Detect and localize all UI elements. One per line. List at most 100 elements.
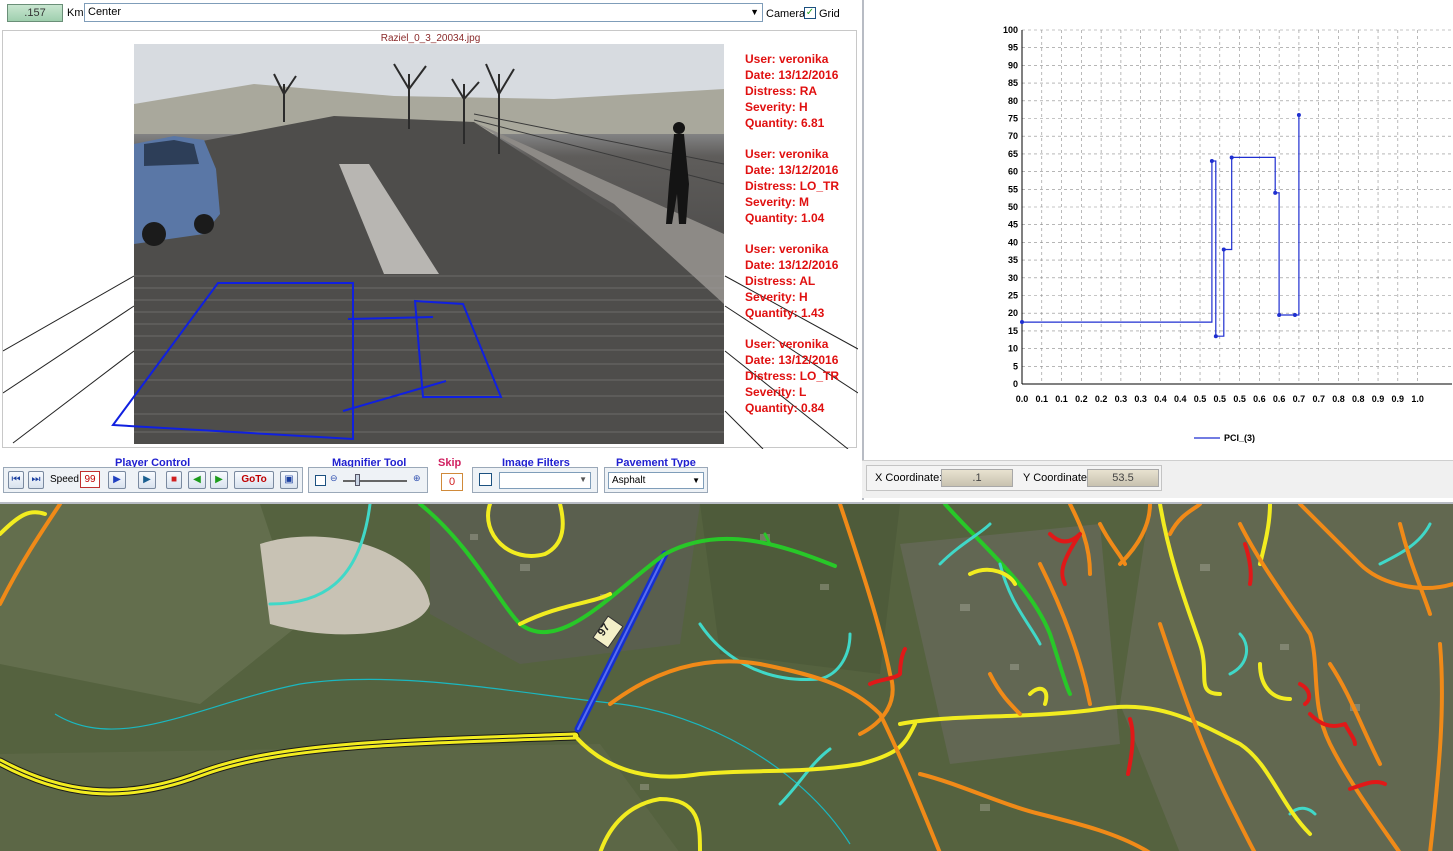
speed-value[interactable]: 99 — [80, 471, 100, 488]
distress-user: User: veronika — [745, 337, 829, 351]
x-tick-label: 0.6 — [1273, 394, 1286, 404]
distress-user: User: veronika — [745, 147, 829, 161]
data-point — [1277, 312, 1282, 317]
x-tick-label: 0.9 — [1392, 394, 1405, 404]
skip-forward-icon: ⏭ — [31, 474, 41, 485]
lane-position-value: Center — [88, 6, 122, 18]
magnifier-tool-group: ⊖ ⊕ — [308, 467, 428, 493]
image-filter-dropdown[interactable]: ▼ — [499, 472, 591, 489]
distress-severity: Severity: H — [745, 290, 808, 304]
y-tick-label: 0 — [1013, 379, 1018, 389]
distress-distress: Distress: LO_TR — [745, 369, 840, 383]
distress-date: Date: 13/12/2016 — [745, 353, 839, 367]
save-button[interactable]: ▣ — [280, 471, 298, 489]
distress-quantity: Quantity: 1.04 — [745, 211, 825, 225]
data-point — [1020, 320, 1024, 325]
skip-back-icon: ⏮ — [11, 474, 21, 485]
km-position-field[interactable]: .157 — [7, 4, 63, 22]
x-tick-label: 0.2 — [1075, 394, 1088, 404]
km-unit-label: Km — [67, 7, 84, 19]
aerial-map[interactable]: 97 — [0, 502, 1453, 851]
data-point — [1229, 155, 1234, 160]
y-tick-label: 75 — [1008, 114, 1018, 124]
x-tick-label: 0.3 — [1134, 394, 1147, 404]
x-tick-label: 0.5 — [1214, 394, 1227, 404]
pavement-type-group: Asphalt ▼ — [604, 467, 708, 493]
distress-record: User: veronika Date: 13/12/2016 Distress: … — [745, 51, 855, 131]
data-point — [1213, 334, 1218, 339]
magnifier-checkbox[interactable] — [315, 475, 326, 486]
magnifier-slider-track[interactable] — [343, 480, 407, 482]
arrow-right-icon: ▶ — [215, 474, 223, 485]
skip-title: Skip — [438, 457, 462, 469]
magnifier-slider-thumb[interactable] — [355, 474, 360, 486]
x-tick-label: 0.8 — [1332, 394, 1345, 404]
next-button[interactable]: ▶ — [210, 471, 228, 489]
lane-position-dropdown[interactable]: Center ▼ — [84, 3, 763, 22]
distress-distress: Distress: RA — [745, 84, 818, 98]
previous-button[interactable]: ◀ — [188, 471, 206, 489]
distress-user: User: veronika — [745, 52, 829, 66]
step-icon: ▶ — [143, 474, 151, 485]
y-tick-label: 65 — [1008, 149, 1018, 159]
road-network-map — [0, 504, 1453, 851]
distress-quantity: Quantity: 6.81 — [745, 116, 825, 130]
y-tick-label: 50 — [1008, 202, 1018, 212]
x-tick-label: 0.8 — [1352, 394, 1365, 404]
y-tick-label: 80 — [1008, 96, 1018, 106]
image-filters-group: ▼ — [472, 467, 598, 493]
step-forward-button[interactable]: ▶ — [138, 471, 156, 489]
goto-button[interactable]: GoTo — [234, 471, 274, 489]
zoom-in-icon[interactable]: ⊕ — [413, 473, 421, 484]
control-bar: Player Control ⏮ ⏭ Speed ▶ ▶ ■ ◀ ▶ GoTo … — [0, 456, 858, 498]
grid-checkbox[interactable]: ✓ — [804, 7, 816, 19]
pavement-type-dropdown[interactable]: Asphalt ▼ — [608, 472, 704, 489]
chevron-down-icon: ▼ — [750, 7, 759, 17]
x-coordinate-value: .1 — [941, 469, 1013, 487]
coordinate-bar: X Coordinate: .1 Y Coordinate: 53.5 — [862, 460, 1453, 498]
play-button[interactable]: ▶ — [108, 471, 126, 489]
y-tick-label: 20 — [1008, 308, 1018, 318]
x-tick-label: 0.0 — [1016, 394, 1029, 404]
x-tick-label: 0.1 — [1055, 394, 1068, 404]
distress-line-lo-tr-1 — [347, 316, 434, 320]
last-frame-button[interactable]: ⏭ — [28, 471, 44, 489]
x-tick-label: 0.2 — [1095, 394, 1108, 404]
y-tick-label: 5 — [1013, 361, 1018, 371]
chevron-down-icon: ▼ — [579, 475, 587, 484]
distress-severity: Severity: L — [745, 385, 807, 399]
distress-overlay — [111, 282, 503, 441]
play-icon: ▶ — [113, 474, 121, 485]
distress-quantity: Quantity: 1.43 — [745, 306, 825, 320]
x-tick-label: 0.1 — [1036, 394, 1049, 404]
y-tick-label: 55 — [1008, 184, 1018, 194]
coordinate-group: X Coordinate: .1 Y Coordinate: 53.5 — [866, 465, 1162, 491]
stop-icon: ■ — [170, 474, 178, 485]
x-tick-label: 0.7 — [1293, 394, 1306, 404]
image-viewer: Raziel_0_3_20034.jpg User: veronika Date… — [2, 30, 858, 449]
pci-chart[interactable]: 0 5 10 15 20 25 30 35 40 45 50 55 60 65 70 75 80 85 90 95 10… — [864, 0, 1453, 460]
skip-value[interactable]: 0 — [441, 473, 463, 491]
y-tick-label: 25 — [1008, 291, 1018, 301]
camera-label: Camera — [766, 8, 806, 20]
y-tick-label: 70 — [1008, 131, 1018, 141]
distress-polygon-ra — [111, 282, 354, 441]
distress-date: Date: 13/12/2016 — [745, 258, 839, 272]
image-filter-checkbox[interactable] — [479, 473, 492, 486]
y-tick-label: 90 — [1008, 60, 1018, 70]
y-coordinate-label: Y Coordinate: — [1023, 472, 1091, 484]
zoom-out-icon[interactable]: ⊖ — [330, 473, 338, 484]
data-point — [1292, 312, 1297, 317]
legend-label: PCI_(3) — [1224, 433, 1255, 443]
distress-record: User: veronika Date: 13/12/2016 Distress: … — [745, 336, 855, 416]
first-frame-button[interactable]: ⏮ — [8, 471, 24, 489]
arrow-left-icon: ◀ — [193, 474, 201, 485]
y-tick-label: 100 — [1003, 25, 1018, 35]
stop-button[interactable]: ■ — [166, 471, 182, 489]
chevron-down-icon: ▼ — [692, 476, 700, 485]
x-tick-label: 0.4 — [1154, 394, 1167, 404]
floppy-disk-icon: ▣ — [284, 474, 294, 485]
x-coordinate-label: X Coordinate: — [875, 472, 943, 484]
series-line — [1022, 115, 1300, 337]
distress-severity: Severity: H — [745, 100, 808, 114]
